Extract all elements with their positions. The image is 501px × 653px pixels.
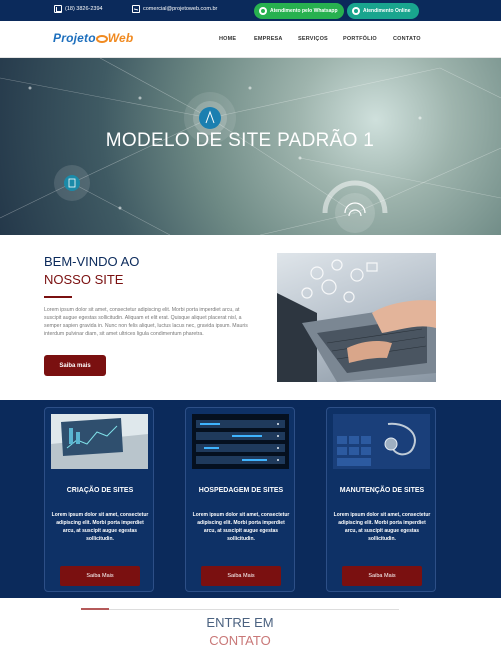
email-contact[interactable]: comercial@projetoweb.com.br: [132, 5, 217, 13]
service-card-criacao: CRIAÇÃO DE SITES Lorem ipsum dolor sit a…: [44, 407, 154, 592]
top-contact-bar: (18) 3826-2394 comercial@projetoweb.com.…: [0, 0, 501, 21]
welcome-heading: BEM-VINDO AO NOSSO SITE: [44, 253, 139, 289]
email-icon: [132, 5, 140, 13]
service-title: MANUTENÇÃO DE SITES: [339, 487, 425, 494]
laptop-charts-icon: [51, 414, 148, 469]
page: (18) 3826-2394 comercial@projetoweb.com.…: [0, 0, 501, 653]
nav-home[interactable]: HOME: [219, 36, 236, 42]
welcome-heading-line1: BEM-VINDO AO: [44, 254, 140, 269]
email-address: comercial@projetoweb.com.br: [143, 6, 218, 12]
welcome-divider: [44, 296, 72, 298]
service-read-more-button[interactable]: Saiba Mais: [60, 566, 140, 586]
keyboard-stethoscope-icon: [333, 414, 430, 469]
phone-icon: [54, 5, 62, 13]
online-chat-label: Atendimento Online: [363, 8, 411, 14]
nav-contato[interactable]: CONTATO: [393, 36, 421, 42]
online-chat-button[interactable]: Atendimento Online: [347, 3, 419, 19]
contact-heading-line2: CONTATO: [209, 633, 271, 648]
nav-portfolio[interactable]: PORTFÓLIO: [343, 36, 377, 42]
phone-contact[interactable]: (18) 3826-2394: [54, 5, 103, 13]
laptop-cloud-image: [277, 253, 436, 382]
service-description: Lorem ipsum dolor sit amet, consectetur …: [333, 512, 431, 542]
device-node-icon: [64, 175, 80, 191]
wifi-node-icon: [199, 107, 221, 129]
site-header: Projeto Web HOME EMPRESA SERVIÇOS PORTFÓL…: [0, 21, 501, 58]
service-read-more-button[interactable]: Saiba Mais: [201, 566, 281, 586]
service-read-more-button[interactable]: Saiba Mais: [342, 566, 422, 586]
phone-number: (18) 3826-2394: [65, 6, 103, 12]
whatsapp-button[interactable]: Atendimento pelo Whatsapp: [254, 3, 344, 19]
logo-text-web: Web: [107, 31, 134, 45]
nav-servicos[interactable]: SERVIÇOS: [298, 36, 328, 42]
welcome-paragraph: Lorem ipsum dolor sit amet, consectetur …: [44, 307, 248, 337]
contact-divider: [81, 608, 399, 610]
welcome-heading-line2: NOSSO SITE: [44, 272, 124, 287]
whatsapp-icon: [259, 7, 267, 15]
chat-icon: [352, 7, 360, 15]
service-description: Lorem ipsum dolor sit amet, consectetur …: [51, 512, 149, 542]
hero-title: MODELO DE SITE PADRÃO 1: [105, 130, 375, 151]
service-card-hospedagem: HOSPEDAGEM DE SITES Lorem ipsum dolor si…: [185, 407, 295, 592]
server-rack-icon: [192, 414, 289, 469]
nav-empresa[interactable]: EMPRESA: [254, 36, 283, 42]
service-card-manutencao: MANUTENÇÃO DE SITES Lorem ipsum dolor si…: [326, 407, 436, 592]
logo-text-projeto: Projeto: [53, 31, 96, 45]
whatsapp-label: Atendimento pelo Whatsapp: [270, 8, 338, 14]
contact-heading: ENTRE EM CONTATO: [0, 614, 480, 650]
logo-mark-icon: [95, 35, 108, 43]
site-logo[interactable]: Projeto Web: [53, 31, 133, 45]
service-description: Lorem ipsum dolor sit amet, consectetur …: [192, 512, 290, 542]
hero-banner: MODELO DE SITE PADRÃO 1: [0, 58, 501, 235]
service-title: CRIAÇÃO DE SITES: [66, 487, 134, 494]
service-title: HOSPEDAGEM DE SITES: [198, 487, 284, 494]
contact-heading-line1: ENTRE EM: [206, 615, 274, 630]
welcome-read-more-button[interactable]: Saiba mais: [44, 355, 106, 376]
